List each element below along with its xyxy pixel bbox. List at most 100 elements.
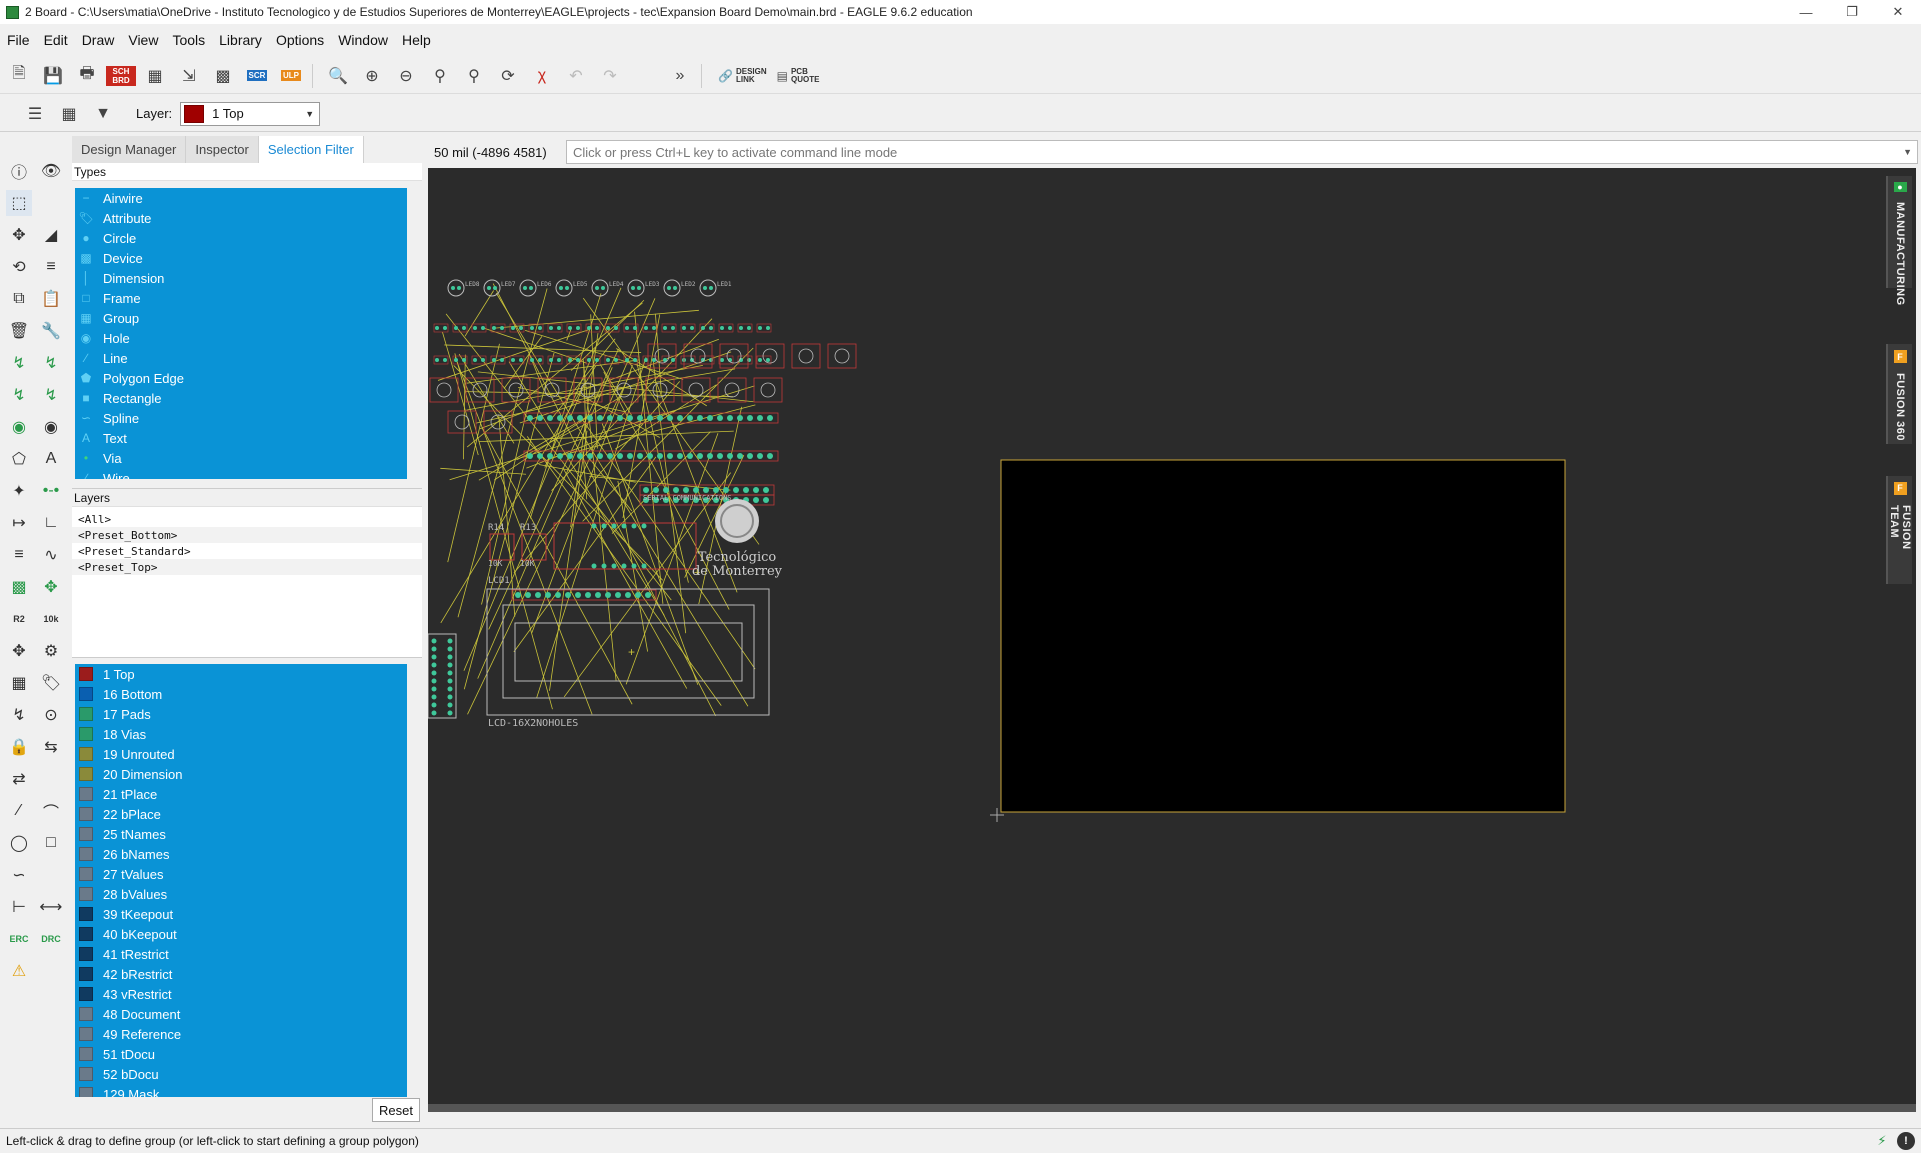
layer-settings-icon[interactable]: ☰ (20, 100, 50, 128)
preset-standard[interactable]: <Preset_Standard> (72, 543, 422, 559)
type-item-attribute[interactable]: 🏷 Attribute (75, 208, 407, 228)
more-tools-button[interactable]: » (665, 62, 695, 90)
layer-item[interactable]: 1 Top (75, 664, 407, 684)
layer-item[interactable]: 18 Vias (75, 724, 407, 744)
script-button[interactable]: SCR (242, 62, 272, 90)
menu-edit[interactable]: Edit (37, 32, 75, 48)
board-canvas[interactable]: LED8 LED7 LED6 LED5 LED4 LED3 LED2 LED1 R14 R13… (428, 168, 1916, 1112)
smash-icon[interactable]: ✥ (6, 638, 32, 664)
design-link-button[interactable]: 🔗 DESIGN LINK (718, 67, 767, 84)
menu-options[interactable]: Options (269, 32, 331, 48)
measure-icon[interactable]: ⟷ (38, 894, 64, 920)
paste-icon[interactable]: 📋 (38, 286, 64, 312)
move-icon[interactable]: ✥ (6, 222, 32, 248)
layer-item[interactable]: 41 tRestrict (75, 944, 407, 964)
manufacturing-tab[interactable]: ● MANUFACTURING (1886, 176, 1912, 306)
lightning-icon[interactable]: ⚡ (1873, 1132, 1891, 1150)
line-icon[interactable]: ∕ (6, 798, 32, 824)
redo-icon[interactable]: ↷ (595, 62, 625, 90)
menu-tools[interactable]: Tools (165, 32, 212, 48)
zoom-fit-icon[interactable]: 🔍 (323, 62, 353, 90)
menu-library[interactable]: Library (212, 32, 269, 48)
info-icon[interactable]: ⓘ (6, 158, 32, 184)
collapse-icon[interactable]: ⇄ (6, 766, 32, 792)
menu-draw[interactable]: Draw (75, 32, 122, 48)
delete-icon[interactable]: 🗑 (6, 318, 32, 344)
layer-item[interactable]: 48 Document (75, 1004, 407, 1024)
ratsnest-icon[interactable]: ✦ (6, 478, 32, 504)
menu-view[interactable]: View (121, 32, 165, 48)
circle-icon[interactable]: ◯ (6, 830, 32, 856)
layer-item[interactable]: 51 tDocu (75, 1044, 407, 1064)
via-add-icon[interactable]: ◉ (6, 414, 32, 440)
type-item-hole[interactable]: ◉ Hole (75, 328, 407, 348)
restore-button[interactable]: ❐ (1829, 0, 1875, 24)
dimension-wave-icon[interactable]: ∿ (38, 542, 64, 568)
drill-icon[interactable]: ⊙ (38, 702, 64, 728)
rectangle-icon[interactable]: □ (38, 830, 64, 856)
layer-item[interactable]: 19 Unrouted (75, 744, 407, 764)
menu-file[interactable]: File (0, 32, 37, 48)
alert-icon[interactable]: ! (1897, 1132, 1915, 1150)
layer-item[interactable]: 21 tPlace (75, 784, 407, 804)
mark-icon[interactable]: ⊢ (6, 894, 32, 920)
change-icon[interactable]: ⚙ (38, 638, 64, 664)
rotate-icon[interactable]: ⟲ (6, 254, 32, 280)
lock-icon[interactable]: 🔒 (6, 734, 32, 760)
warning-icon[interactable]: ⚠ (6, 958, 32, 984)
command-line-input[interactable]: Click or press Ctrl+L key to activate co… (566, 140, 1918, 164)
cancel-command-icon[interactable]: χ (527, 62, 557, 90)
tab-design-manager[interactable]: Design Manager (72, 136, 187, 163)
zoom-last-icon[interactable]: ⚲ (459, 62, 489, 90)
library-icon[interactable]: ▩ (208, 62, 238, 90)
layer-item[interactable]: 28 bValues (75, 884, 407, 904)
miter-icon[interactable]: ∟ (38, 510, 64, 536)
type-item-polygon-edge[interactable]: ⬟ Polygon Edge (75, 368, 407, 388)
meander-icon[interactable]: ↦ (6, 510, 32, 536)
preset-top[interactable]: <Preset_Top> (72, 559, 422, 575)
minimize-button[interactable]: — (1783, 0, 1829, 24)
route-icon[interactable]: ↯ (6, 350, 32, 376)
layer-item[interactable]: 25 tNames (75, 824, 407, 844)
type-item-group[interactable]: ▦ Group (75, 308, 407, 328)
zoom-select-icon[interactable]: ⚲ (425, 62, 455, 90)
cam-processor-icon[interactable]: ▦ (140, 62, 170, 90)
filter-icon[interactable]: ▼ (88, 100, 118, 128)
brush-icon[interactable]: ↯ (6, 702, 32, 728)
menu-help[interactable]: Help (395, 32, 438, 48)
layer-item[interactable]: 16 Bottom (75, 684, 407, 704)
redraw-icon[interactable]: ⟳ (493, 62, 523, 90)
tab-selection-filter[interactable]: Selection Filter (258, 136, 364, 163)
tab-inspector[interactable]: Inspector (186, 136, 259, 163)
paint-roller-icon[interactable]: ▦ (6, 670, 32, 696)
type-item-line[interactable]: ∕ Line (75, 348, 407, 368)
drc-icon[interactable]: DRC (38, 926, 64, 952)
value-icon[interactable]: 10k (38, 606, 64, 632)
attribute-tag-icon[interactable]: 🏷 (38, 670, 64, 696)
fusion-team-tab[interactable]: F FUSION TEAM (1886, 476, 1912, 584)
canvas-horizontal-scrollbar[interactable] (428, 1104, 1916, 1112)
type-item-airwire[interactable]: − Airwire (75, 188, 407, 208)
type-item-wire[interactable]: ∕ Wire (75, 468, 407, 480)
layer-item[interactable]: 20 Dimension (75, 764, 407, 784)
wrench-icon[interactable]: 🔧 (38, 318, 64, 344)
sch-brd-switch-button[interactable]: SCH BRD (106, 62, 136, 90)
align-icon[interactable]: ≡ (38, 254, 64, 280)
layer-item[interactable]: 26 bNames (75, 844, 407, 864)
add-part-icon[interactable]: ▩ (6, 574, 32, 600)
hole-icon[interactable]: ◉ (38, 414, 64, 440)
save-icon[interactable]: 💾 (38, 62, 68, 90)
group-select-icon[interactable]: ⬚ (6, 190, 32, 216)
grid-icon[interactable]: ▦ (54, 100, 84, 128)
name-icon[interactable]: R2 (6, 606, 32, 632)
type-item-device[interactable]: ▩ Device (75, 248, 407, 268)
layer-select[interactable]: 1 Top ▼ (180, 101, 321, 126)
type-item-via[interactable]: • Via (75, 448, 407, 468)
ulp-button[interactable]: ULP (276, 62, 306, 90)
layer-item[interactable]: 49 Reference (75, 1024, 407, 1044)
layer-item[interactable]: 129 Mask (75, 1084, 407, 1097)
fusion-360-tab[interactable]: F FUSION 360 (1886, 344, 1912, 444)
reset-button[interactable]: Reset (372, 1098, 420, 1122)
zoom-in-icon[interactable]: ⊕ (357, 62, 387, 90)
menu-window[interactable]: Window (331, 32, 395, 48)
